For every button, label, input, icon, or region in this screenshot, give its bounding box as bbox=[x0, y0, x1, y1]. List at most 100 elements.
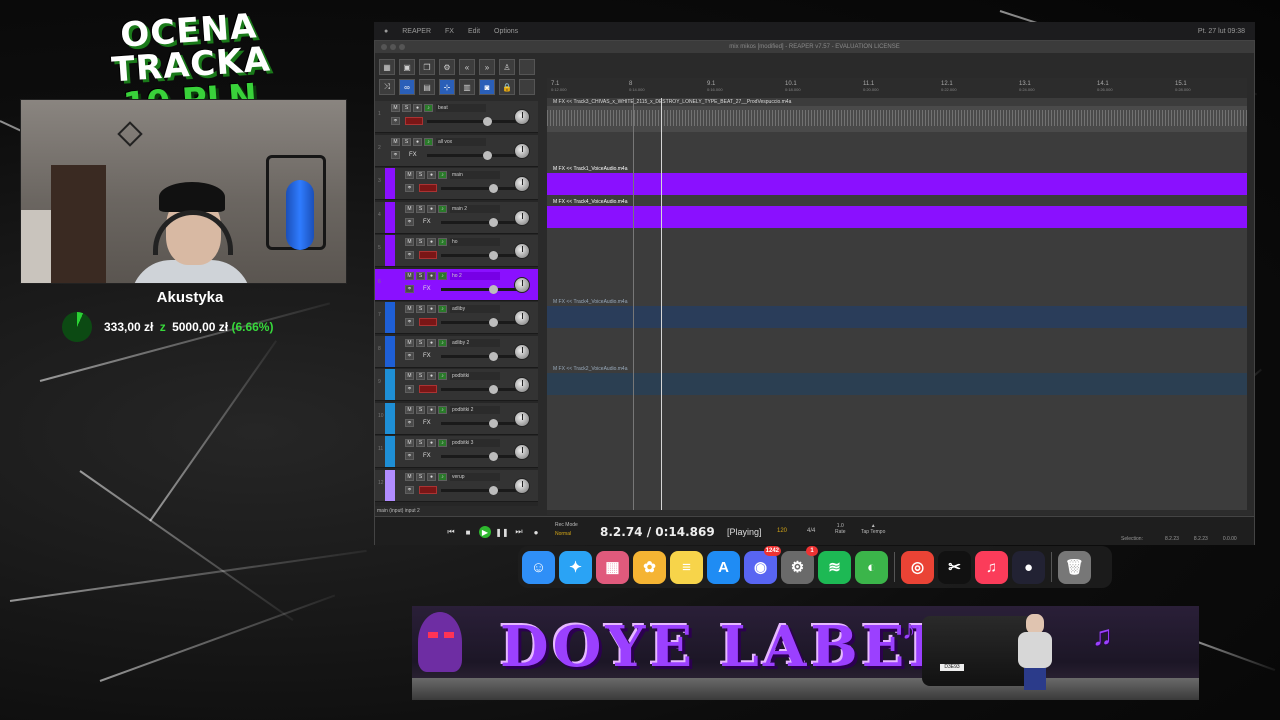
capcut-icon[interactable]: ✂ bbox=[938, 550, 971, 584]
trash-icon[interactable]: 🗑 bbox=[1058, 550, 1091, 584]
lock-icon[interactable]: 🔒 bbox=[499, 79, 515, 95]
discord-icon[interactable]: ◉ 1242 bbox=[744, 545, 781, 584]
track-verup[interactable]: 12 M S ● ♪ verup ≑ bbox=[375, 469, 538, 502]
shuffle-icon[interactable]: ⤨ bbox=[379, 79, 395, 95]
mute-button[interactable]: M bbox=[405, 439, 414, 447]
solo-button[interactable]: S bbox=[416, 439, 425, 447]
menu-item[interactable]: Edit bbox=[468, 28, 480, 35]
volume-fader[interactable] bbox=[441, 452, 521, 461]
track-name[interactable]: adliby bbox=[450, 305, 500, 313]
app-store-icon[interactable]: A bbox=[707, 550, 740, 584]
mute-button[interactable]: M bbox=[405, 472, 414, 481]
fx-button[interactable]: FX bbox=[423, 219, 431, 225]
spotify-icon[interactable]: ≋ bbox=[818, 550, 851, 584]
track-podbitki-2[interactable]: 10 M S ● ♪ podbitki 2 ≑ FX bbox=[375, 402, 538, 435]
arrange-view[interactable]: 7.1 0:12.000 8 0:14.000 9.1 0:16.000 10.1 0:18.… bbox=[547, 78, 1247, 510]
grid-icon[interactable]: ▦ bbox=[379, 59, 395, 75]
io-routing-icon[interactable]: ≑ bbox=[405, 251, 414, 259]
record-arm-button[interactable]: ● bbox=[427, 439, 436, 447]
volume-fader[interactable] bbox=[441, 418, 521, 428]
time-signature[interactable]: 4/4 bbox=[807, 528, 815, 534]
phase-icon[interactable]: ♪ bbox=[438, 204, 447, 213]
apple-icon[interactable]: ● bbox=[384, 28, 388, 35]
track-name[interactable]: ho bbox=[450, 238, 500, 246]
volume-fader-thumb[interactable] bbox=[489, 284, 498, 294]
record-arm-button[interactable]: ● bbox=[413, 137, 422, 146]
track-podbitki[interactable]: 9 M S ● ♪ podbitki ≑ bbox=[375, 369, 538, 401]
volume-fader-thumb[interactable] bbox=[489, 385, 498, 394]
volume-fader[interactable] bbox=[441, 251, 521, 260]
close-window-icon[interactable] bbox=[381, 44, 387, 50]
system-settings-icon[interactable]: ⚙ 1 bbox=[781, 545, 818, 584]
track-name[interactable]: beat bbox=[436, 104, 486, 112]
pause-icon[interactable]: ❚❚ bbox=[495, 526, 508, 538]
io-routing-icon[interactable]: ≑ bbox=[405, 385, 414, 393]
obs-icon[interactable]: ● bbox=[1012, 550, 1045, 584]
media-item[interactable]: M FX << Track4_VoiceAudio.m4a bbox=[547, 298, 1247, 328]
pan-knob[interactable] bbox=[514, 142, 530, 159]
record-arm-button[interactable]: ● bbox=[427, 338, 436, 347]
metronome-icon[interactable]: ♙ bbox=[499, 59, 515, 75]
tap-tempo-button[interactable]: ▲ Tap Tempo bbox=[861, 523, 885, 535]
media-item[interactable]: M FX << Track1_VoiceAudio.m4a bbox=[547, 165, 1247, 195]
track-adliby-2[interactable]: 8 M S ● ♪ adliby 2 ≑ FX bbox=[375, 335, 538, 368]
volume-fader[interactable] bbox=[441, 351, 521, 361]
phase-icon[interactable]: ♪ bbox=[438, 372, 447, 380]
phase-icon[interactable]: ♪ bbox=[438, 439, 447, 447]
fx-button[interactable]: FX bbox=[423, 453, 431, 459]
chrome-icon[interactable]: ◎ bbox=[901, 550, 934, 584]
record-arm-button[interactable]: ● bbox=[427, 305, 436, 313]
record-monitor-icon[interactable] bbox=[419, 385, 437, 393]
volume-fader-thumb[interactable] bbox=[483, 117, 493, 126]
io-routing-icon[interactable]: ≑ bbox=[405, 284, 414, 293]
rewind-icon[interactable]: « bbox=[459, 59, 475, 75]
track-ho[interactable]: 5 M S ● ♪ ho ≑ bbox=[375, 235, 538, 267]
record-arm-button[interactable]: ● bbox=[427, 204, 436, 213]
music-icon[interactable]: ♫ bbox=[975, 550, 1008, 584]
solo-button[interactable]: S bbox=[416, 472, 425, 481]
record-arm-button[interactable]: ● bbox=[413, 104, 422, 112]
camera-icon[interactable]: ◙ bbox=[479, 79, 495, 95]
solo-button[interactable]: S bbox=[416, 171, 425, 179]
track-adliby[interactable]: 7 M S ● ♪ adliby ≑ bbox=[375, 302, 538, 334]
mute-button[interactable]: M bbox=[405, 271, 414, 280]
solo-button[interactable]: S bbox=[416, 372, 425, 380]
volume-fader-thumb[interactable] bbox=[483, 150, 493, 160]
mute-button[interactable]: M bbox=[405, 405, 414, 414]
go-to-end-icon[interactable]: ⏭ bbox=[513, 526, 525, 538]
phase-icon[interactable]: ♪ bbox=[438, 305, 447, 313]
mute-button[interactable]: M bbox=[391, 137, 400, 146]
track-name[interactable]: adliby 2 bbox=[450, 338, 500, 347]
link-icon[interactable]: ∞ bbox=[399, 79, 415, 95]
solo-button[interactable]: S bbox=[416, 338, 425, 347]
mute-button[interactable]: M bbox=[405, 305, 414, 313]
record-icon[interactable]: ● bbox=[530, 526, 542, 538]
settings-icon[interactable]: ⚙ bbox=[439, 59, 455, 75]
track-name[interactable]: main 2 bbox=[450, 204, 500, 213]
phase-icon[interactable]: ♪ bbox=[438, 472, 447, 481]
volume-fader-thumb[interactable] bbox=[489, 418, 498, 428]
volume-fader-thumb[interactable] bbox=[489, 318, 498, 327]
phase-icon[interactable]: ♪ bbox=[438, 338, 447, 347]
fx-button[interactable]: FX bbox=[409, 152, 417, 158]
rate-control[interactable]: 1.0 Rate bbox=[835, 523, 846, 535]
io-routing-icon[interactable]: ≑ bbox=[405, 217, 414, 226]
pan-knob[interactable] bbox=[514, 243, 530, 259]
volume-fader[interactable] bbox=[441, 385, 521, 394]
reaper-icon[interactable]: ◐ bbox=[855, 550, 888, 584]
record-monitor-icon[interactable] bbox=[419, 251, 437, 259]
go-to-start-icon[interactable]: ⏮ bbox=[445, 526, 457, 538]
track-name[interactable]: main bbox=[450, 171, 500, 179]
play-icon[interactable]: ▶ bbox=[479, 526, 491, 538]
selection-end[interactable]: 8.2.23 bbox=[1194, 536, 1208, 542]
pan-knob[interactable] bbox=[514, 377, 530, 393]
record-monitor-icon[interactable] bbox=[419, 318, 437, 326]
track-ho-2[interactable]: 6 M S ● ♪ ho 2 ≑ FX bbox=[375, 268, 538, 301]
fx-button[interactable]: FX bbox=[423, 353, 431, 359]
volume-fader[interactable] bbox=[427, 150, 521, 160]
menubar-clock[interactable]: Pt. 27 lut 09:38 bbox=[1198, 28, 1245, 35]
pan-knob[interactable] bbox=[514, 209, 530, 226]
phase-icon[interactable]: ♪ bbox=[438, 171, 447, 179]
solo-button[interactable]: S bbox=[402, 104, 411, 112]
phase-icon[interactable]: ♪ bbox=[424, 137, 433, 146]
